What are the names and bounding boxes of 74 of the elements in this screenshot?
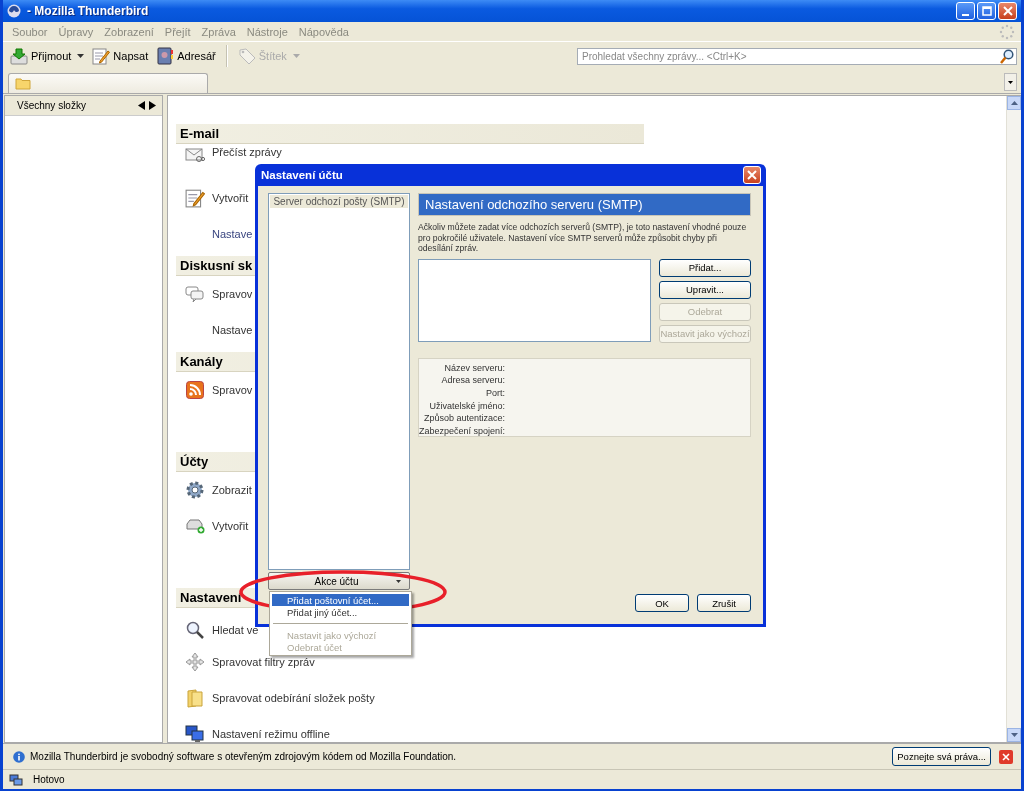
minimize-icon	[962, 13, 969, 16]
envelope-icon	[184, 147, 205, 163]
scrollbar[interactable]	[1006, 96, 1021, 742]
detail-label: Název serveru:	[443, 361, 505, 375]
info-icon	[13, 750, 25, 763]
folder-pane-title: Všechny složky	[17, 100, 87, 111]
tag-icon	[237, 47, 256, 65]
right-arrow-icon[interactable]	[149, 101, 156, 110]
inbox-download-icon	[10, 47, 28, 65]
task-link[interactable]: Vytvořit	[212, 520, 249, 532]
task-link[interactable]: Spravov	[212, 288, 253, 300]
task-link[interactable]: Zobrazit	[212, 484, 252, 496]
dialog-title: Nastavení účtu	[261, 169, 344, 181]
gear-icon	[184, 480, 205, 500]
menu-item[interactable]: Přidat poštovní účet...	[272, 594, 409, 606]
detail-label: Zabezpečení spojení:	[419, 425, 505, 438]
detail-label: Port:	[485, 386, 505, 400]
computers-icon	[184, 725, 205, 742]
rights-button[interactable]: Poznejte svá práva...	[892, 747, 991, 766]
toolbar-button[interactable]: Adresář	[153, 45, 219, 67]
online-status-icon[interactable]	[9, 773, 23, 786]
close-button[interactable]	[998, 2, 1017, 20]
detail-label: Adresa serveru:	[440, 374, 505, 387]
minimize-button[interactable]	[956, 2, 975, 20]
menu-item[interactable]: Přidat jiný účet...	[272, 606, 409, 618]
dropdown-arrow-icon	[396, 579, 401, 583]
description-text: Ačkoliv můžete zadat více odchozích serverů (SMTP), je toto nastavení vhodné pouze pro pokročilé uživatele. Nastavení více SMTP serverů může způsobit chyby při odesílání zpráv.	[418, 222, 748, 254]
folder-icon	[15, 77, 31, 90]
close-icon	[1002, 6, 1013, 16]
tab-list-button[interactable]	[1004, 73, 1017, 91]
toolbar-button[interactable]: Napsat	[89, 45, 152, 67]
throbber-icon	[999, 23, 1015, 40]
server-button[interactable]: Přidat...	[659, 258, 751, 277]
task-link[interactable]: Vytvořit	[212, 192, 249, 204]
section-heading: E-mail	[176, 124, 644, 144]
panel-title: Nastavení odchozího serveru (SMTP)	[418, 193, 751, 216]
notification-text: Mozilla Thunderbird je svobodný software s otevřeným zdrojovým kódem od Mozilla Foundation.	[30, 751, 458, 762]
search-field[interactable]: Prohledat všechny zprávy... <Ctrl+K>	[577, 47, 1017, 65]
down-arrow-icon	[1010, 733, 1018, 737]
task-link[interactable]: Spravov	[212, 384, 253, 396]
left-arrow-icon[interactable]	[138, 101, 145, 110]
dialog-button[interactable]: Zrušit	[697, 594, 751, 612]
address-book-icon	[156, 47, 175, 65]
window-title: - Mozilla Thunderbird	[27, 4, 150, 18]
task-link[interactable]: Nastavení režimu offline	[212, 728, 330, 740]
detail-label: Způsob autentizace:	[422, 412, 505, 425]
speech-bubbles-icon	[184, 285, 205, 303]
notepad-pencil-icon	[184, 188, 205, 208]
settings-link[interactable]: Nastave	[212, 228, 253, 240]
maximize-button[interactable]	[977, 2, 996, 20]
notepad-pencil-icon	[92, 47, 111, 65]
task-link[interactable]: Nastave	[212, 324, 253, 336]
close-button[interactable]	[743, 166, 761, 184]
status-text: Hotovo	[33, 774, 65, 785]
caret-icon	[1008, 80, 1013, 84]
drive-plus-icon	[184, 518, 205, 534]
folder-icon	[185, 688, 204, 708]
task-link[interactable]: Spravovat odebírání složek pošty	[212, 692, 375, 704]
task-link[interactable]: Hledat ve	[212, 624, 259, 636]
rss-icon	[185, 381, 204, 399]
app-logo-icon	[7, 4, 21, 18]
search-icon	[184, 620, 205, 640]
task-link[interactable]: Spravovat filtry zpráv	[212, 656, 315, 668]
close-icon[interactable]	[999, 749, 1013, 764]
account-list-item[interactable]: Server odchozí pošty (SMTP)	[270, 195, 408, 208]
task-link[interactable]: Přečíst zprávy	[212, 146, 282, 158]
arrows-cross-icon	[184, 652, 205, 672]
dialog-button[interactable]: OK	[635, 594, 689, 612]
toolbar-button[interactable]: Přijmout	[7, 45, 88, 67]
server-button[interactable]: Upravit...	[659, 280, 751, 299]
close-icon	[747, 170, 757, 180]
up-arrow-icon	[1010, 101, 1018, 105]
maximize-icon	[981, 6, 992, 16]
detail-label: Uživatelské jméno:	[428, 399, 505, 413]
